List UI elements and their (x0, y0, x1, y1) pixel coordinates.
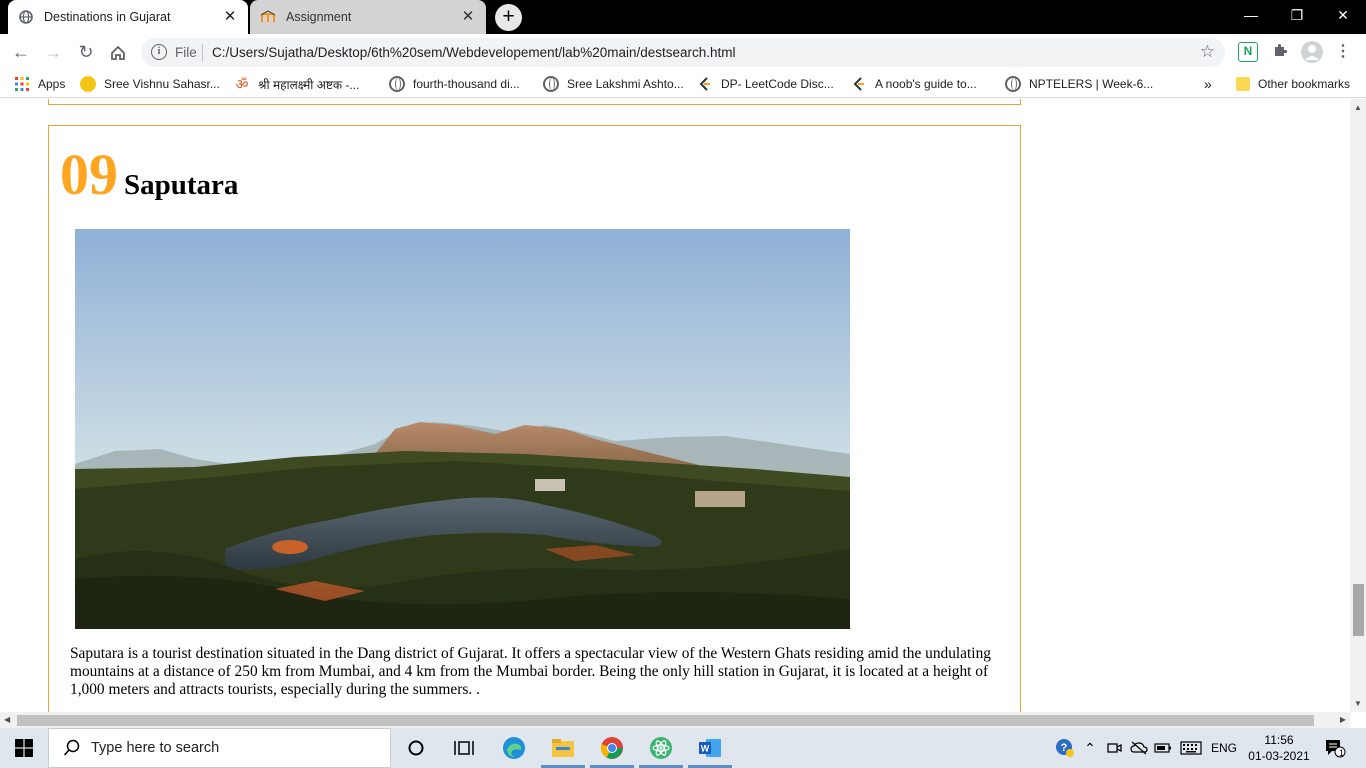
leetcode-icon (851, 76, 867, 92)
bookmark-label: DP- LeetCode Disc... (721, 77, 834, 91)
destination-name: Saputara (124, 169, 239, 201)
bookmark-lakshmi-ashto[interactable]: Sree Lakshmi Ashto... (543, 75, 684, 93)
divider (202, 44, 203, 61)
horizontal-scroll-thumb[interactable] (17, 715, 1314, 726)
search-placeholder: Type here to search (91, 740, 220, 756)
bookmark-vishnu[interactable]: Sree Vishnu Sahasr... (80, 75, 220, 93)
reload-icon[interactable]: ↻ (73, 40, 99, 66)
minimize-icon[interactable]: — (1228, 0, 1274, 30)
bookmark-noob-guide[interactable]: A noob's guide to... (851, 75, 977, 93)
language-indicator[interactable]: ENG (1208, 728, 1240, 768)
horizontal-scrollbar[interactable]: ◀ ▶ (0, 712, 1350, 728)
restore-icon[interactable]: ❐ (1274, 0, 1320, 30)
address-bar[interactable]: i File C:/Users/Sujatha/Desktop/6th%20se… (141, 38, 1225, 67)
notification-count: 1 (1339, 748, 1345, 758)
globe-icon (543, 76, 559, 92)
scroll-down-icon[interactable]: ▼ (1354, 699, 1362, 708)
svg-text:W: W (701, 744, 710, 754)
bookmark-star-icon[interactable]: ☆ (1200, 42, 1215, 62)
close-icon[interactable]: ✕ (460, 9, 476, 25)
bookmarks-overflow-button[interactable]: » (1204, 75, 1212, 93)
start-button[interactable] (0, 728, 48, 768)
task-view-icon[interactable] (440, 728, 488, 768)
bookmark-label: Apps (38, 77, 66, 91)
info-icon[interactable]: i (151, 44, 167, 60)
keyboard-icon[interactable] (1178, 728, 1204, 768)
bookmark-label: Sree Vishnu Sahasr... (104, 77, 220, 91)
extension-n-icon[interactable]: N (1238, 42, 1258, 62)
new-tab-button[interactable]: + (495, 4, 522, 31)
destination-heading: 09 Saputara (60, 146, 238, 204)
destination-description: Saputara is a tourist destination situat… (70, 645, 991, 698)
tab-strip: Destinations in Gujarat ✕ Assignment ✕ +… (0, 0, 1366, 34)
tab-title: Assignment (286, 10, 352, 24)
file-explorer-icon[interactable] (539, 728, 587, 768)
previous-destination-card (48, 99, 1021, 105)
globe-icon (389, 76, 405, 92)
tab-title: Destinations in Gujarat (44, 10, 171, 24)
cortana-icon[interactable] (392, 728, 440, 768)
puzzle-extensions-icon[interactable] (1270, 42, 1290, 62)
url-text[interactable]: C:/Users/Sujatha/Desktop/6th%20sem/Webde… (212, 45, 736, 60)
bookmark-label: श्री महालक्ष्मी अष्टक -... (258, 77, 360, 92)
vertical-scroll-thumb[interactable] (1353, 584, 1364, 636)
menu-kebab-icon[interactable]: ⋮ (1333, 42, 1353, 62)
scroll-up-icon[interactable]: ▲ (1354, 103, 1362, 112)
edge-icon[interactable] (490, 728, 538, 768)
clock-date: 01-03-2021 (1248, 749, 1310, 763)
windows-taskbar: Type here to search W ? ⌃ ENG 11:56 01-0… (0, 728, 1366, 768)
bookmarks-bar: Apps Sree Vishnu Sahasr... ॐ श्री महालक्… (0, 70, 1366, 98)
windows-logo-icon (15, 739, 33, 757)
system-clock[interactable]: 11:56 01-03-2021 (1244, 732, 1314, 764)
notification-center-icon[interactable]: 1 (1320, 728, 1350, 768)
onedrive-offline-icon[interactable] (1128, 728, 1150, 768)
forward-arrow-icon[interactable]: → (40, 40, 66, 66)
bookmark-label: A noob's guide to... (875, 77, 977, 91)
bookmark-leetcode-dp[interactable]: DP- LeetCode Disc... (697, 75, 834, 93)
window-close-icon[interactable]: ✕ (1320, 0, 1366, 30)
bookmark-label: Other bookmarks (1258, 77, 1351, 91)
scroll-left-icon[interactable]: ◀ (4, 715, 10, 724)
vishnu-icon (80, 76, 96, 92)
bookmark-label: Sree Lakshmi Ashto... (567, 77, 684, 91)
browser-toolbar: ← → ↻ i File C:/Users/Sujatha/Desktop/6t… (0, 34, 1366, 70)
tab-assignment[interactable]: Assignment ✕ (250, 0, 486, 34)
word-icon[interactable]: W (686, 728, 734, 768)
bookmark-fourth-thousand[interactable]: fourth-thousand di... (389, 75, 520, 93)
vertical-scrollbar[interactable]: ▲ ▼ (1350, 99, 1366, 712)
bookmark-nptelers[interactable]: NPTELERS | Week-6... (1005, 75, 1153, 93)
bookmark-apps[interactable]: Apps (14, 75, 65, 93)
help-icon[interactable]: ? (1054, 728, 1076, 768)
clock-time: 11:56 (1264, 733, 1294, 747)
folder-icon (1236, 77, 1250, 91)
page-viewport: 09 Saputara Saputara is a tourist destin… (0, 99, 1350, 712)
apps-grid-icon (14, 76, 30, 92)
home-icon[interactable] (105, 40, 131, 66)
meet-now-icon[interactable] (1104, 728, 1126, 768)
tray-chevron-up-icon[interactable]: ⌃ (1080, 728, 1100, 768)
om-icon: ॐ (235, 76, 249, 92)
back-arrow-icon[interactable]: ← (8, 40, 34, 66)
profile-avatar-icon[interactable] (1301, 41, 1323, 63)
tab-destinations[interactable]: Destinations in Gujarat ✕ (8, 0, 248, 34)
destination-card: 09 Saputara Saputara is a tourist destin… (48, 125, 1021, 712)
search-icon (63, 739, 80, 756)
battery-icon[interactable] (1152, 728, 1174, 768)
chrome-icon[interactable] (588, 728, 636, 768)
globe-icon (1005, 76, 1021, 92)
taskbar-search-box[interactable]: Type here to search (48, 728, 391, 768)
bookmark-label: fourth-thousand di... (413, 77, 520, 91)
destination-photo (75, 229, 850, 629)
leetcode-icon (697, 76, 713, 92)
moodle-icon (260, 9, 276, 25)
scroll-right-icon[interactable]: ▶ (1340, 715, 1346, 724)
bookmark-mahalakshmi[interactable]: ॐ श्री महालक्ष्मी अष्टक -... (234, 75, 360, 93)
scheme-label: File (175, 45, 197, 60)
destination-number: 09 (60, 142, 118, 207)
bookmark-other-folder[interactable]: Other bookmarks (1236, 75, 1350, 93)
globe-icon (18, 9, 34, 25)
bookmark-label: NPTELERS | Week-6... (1029, 77, 1154, 91)
atom-editor-icon[interactable] (637, 728, 685, 768)
close-icon[interactable]: ✕ (222, 9, 238, 25)
